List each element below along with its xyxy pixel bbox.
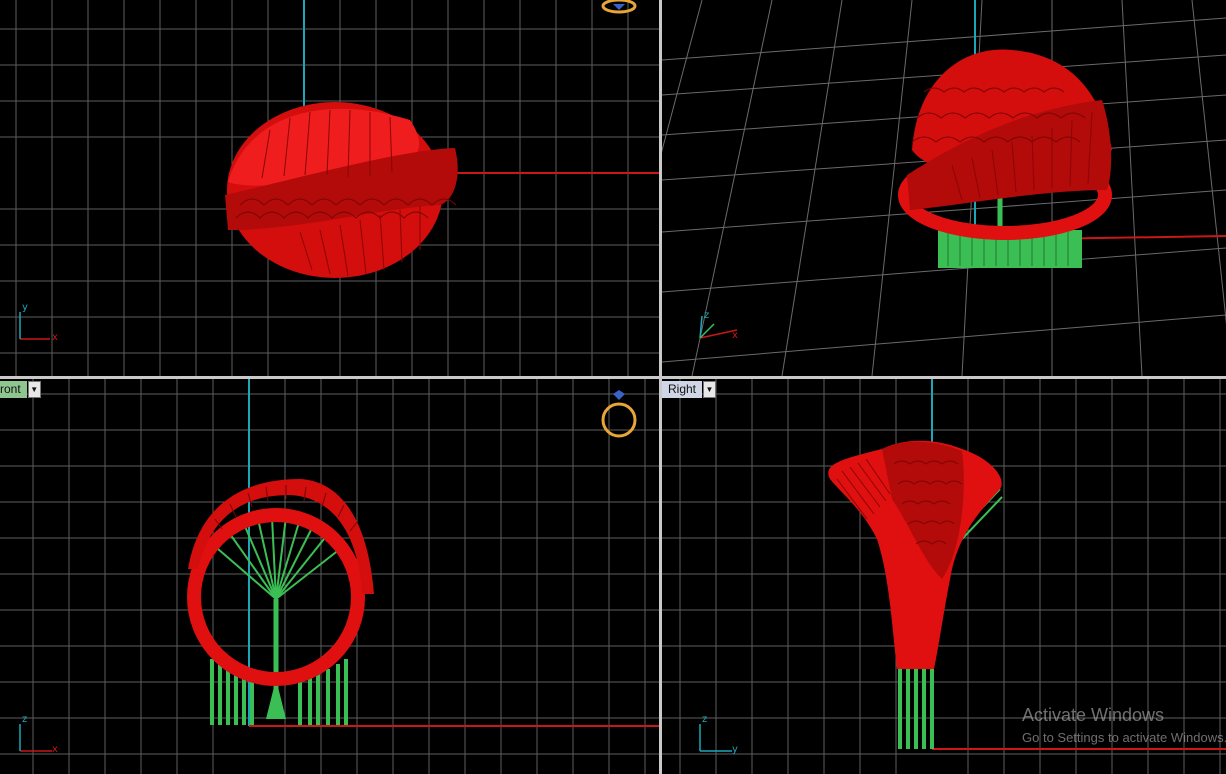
axis-label-a: z	[22, 714, 28, 725]
activation-watermark-title: Activate Windows	[1022, 705, 1165, 725]
axis-label-b: x	[732, 330, 738, 341]
viewport-title: ront	[0, 381, 27, 398]
chevron-down-icon[interactable]: ▼	[27, 381, 41, 398]
grid-top	[0, 0, 659, 376]
ring-model-right	[828, 440, 1002, 669]
chevron-down-icon[interactable]: ▼	[703, 381, 717, 398]
ring-icon	[601, 390, 637, 438]
viewport-divider-horizontal[interactable]	[0, 376, 1226, 379]
axis-label-b: x	[52, 332, 58, 343]
axis-indicator-front	[19, 724, 52, 752]
viewport-perspective[interactable]: z x	[662, 0, 1226, 376]
grid-front	[0, 379, 659, 774]
axis-label-a: z	[702, 714, 708, 725]
grid-perspective	[662, 0, 1226, 376]
axis-label-b: y	[732, 744, 738, 755]
viewport-top[interactable]: y x	[0, 0, 659, 376]
axis-label-a: z	[704, 310, 710, 321]
axis-label-b: x	[52, 744, 58, 755]
viewport-divider-vertical[interactable]	[659, 0, 662, 774]
ring-model-top	[225, 102, 458, 278]
ring-model-perspective	[898, 49, 1112, 240]
axis-indicator-top	[19, 312, 50, 340]
ring-icon	[601, 0, 637, 14]
viewport-title: Right	[662, 381, 703, 398]
axis-label-a: y	[22, 302, 28, 313]
viewport-tab-right[interactable]: Right ▼	[662, 381, 717, 398]
viewport-tab-front[interactable]: ront ▼	[0, 381, 41, 398]
activation-watermark-subtitle: Go to Settings to activate Windows.	[1022, 730, 1226, 745]
viewport-front[interactable]: ront ▼ z x	[0, 379, 659, 774]
